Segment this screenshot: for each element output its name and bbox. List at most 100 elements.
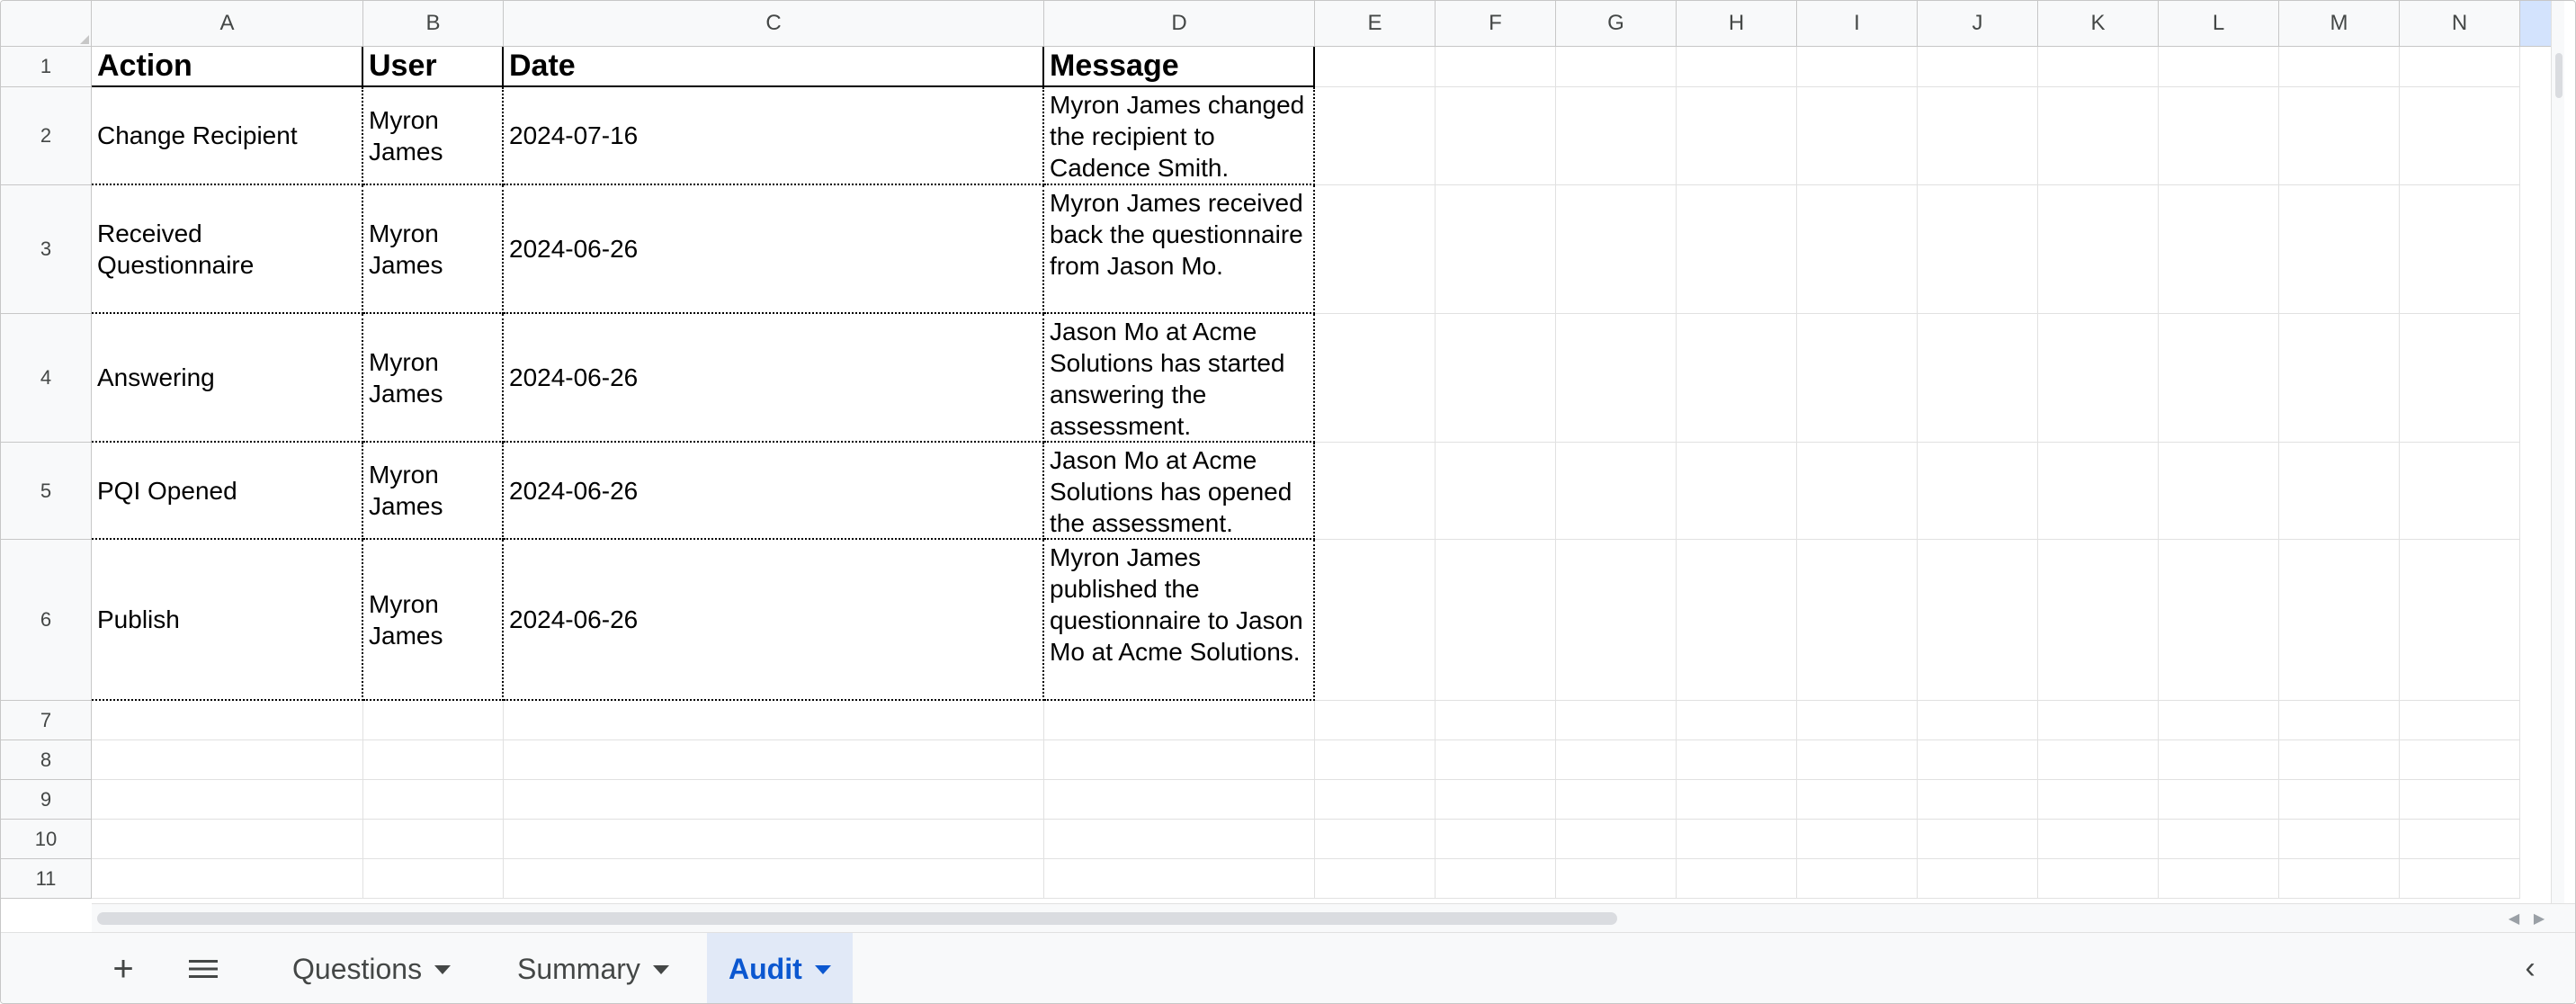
empty-cell[interactable]	[2400, 47, 2520, 87]
horizontal-scroll-thumb[interactable]	[97, 912, 1617, 925]
empty-cell[interactable]	[2279, 443, 2400, 540]
cell-c6[interactable]: 2024-06-26	[504, 540, 1044, 701]
cell-d3[interactable]: Myron James received back the questionna…	[1044, 185, 1315, 314]
empty-cell[interactable]	[2400, 443, 2520, 540]
cell-d1[interactable]: Message	[1044, 47, 1315, 87]
empty-cell[interactable]	[363, 740, 504, 780]
empty-cell[interactable]	[2400, 820, 2520, 859]
empty-cell[interactable]	[2038, 820, 2159, 859]
empty-cell[interactable]	[1556, 443, 1677, 540]
empty-cell[interactable]	[1436, 47, 1556, 87]
row-header-4[interactable]: 4	[1, 314, 92, 443]
empty-cell[interactable]	[1677, 820, 1797, 859]
empty-cell[interactable]	[2279, 185, 2400, 314]
cell-d4[interactable]: Jason Mo at Acme Solutions has started a…	[1044, 314, 1315, 443]
empty-cell[interactable]	[1315, 780, 1436, 820]
empty-cell[interactable]	[1797, 780, 1918, 820]
empty-cell[interactable]	[2038, 314, 2159, 443]
empty-cell[interactable]	[2400, 540, 2520, 701]
row-header-9[interactable]: 9	[1, 780, 92, 820]
empty-cell[interactable]	[1315, 47, 1436, 87]
empty-cell[interactable]	[1556, 540, 1677, 701]
vertical-scrollbar[interactable]	[2551, 1, 2564, 903]
column-header-f[interactable]: F	[1436, 1, 1556, 47]
tab-summary[interactable]: Summary	[496, 933, 691, 1003]
empty-cell[interactable]	[504, 859, 1044, 899]
empty-cell[interactable]	[2159, 740, 2279, 780]
cell-c1[interactable]: Date	[504, 47, 1044, 87]
cell-c3[interactable]: 2024-06-26	[504, 185, 1044, 314]
empty-cell[interactable]	[1315, 540, 1436, 701]
empty-cell[interactable]	[92, 780, 363, 820]
empty-cell[interactable]	[2038, 740, 2159, 780]
cell-b6[interactable]: Myron James	[363, 540, 504, 701]
empty-cell[interactable]	[1677, 87, 1797, 185]
empty-cell[interactable]	[1797, 87, 1918, 185]
cell-d5[interactable]: Jason Mo at Acme Solutions has opened th…	[1044, 443, 1315, 540]
empty-cell[interactable]	[1315, 859, 1436, 899]
empty-cell[interactable]	[2038, 701, 2159, 740]
empty-cell[interactable]	[1556, 87, 1677, 185]
empty-cell[interactable]	[2159, 47, 2279, 87]
empty-cell[interactable]	[1436, 185, 1556, 314]
row-header-8[interactable]: 8	[1, 740, 92, 780]
cell-a5[interactable]: PQI Opened	[92, 443, 363, 540]
cell-a4[interactable]: Answering	[92, 314, 363, 443]
empty-cell[interactable]	[1436, 87, 1556, 185]
empty-cell[interactable]	[2400, 780, 2520, 820]
empty-cell[interactable]	[1918, 540, 2038, 701]
empty-cell[interactable]	[1315, 820, 1436, 859]
empty-cell[interactable]	[1044, 701, 1315, 740]
empty-cell[interactable]	[2279, 47, 2400, 87]
empty-cell[interactable]	[363, 701, 504, 740]
cell-a6[interactable]: Publish	[92, 540, 363, 701]
empty-cell[interactable]	[1677, 314, 1797, 443]
empty-cell[interactable]	[2279, 859, 2400, 899]
empty-cell[interactable]	[1556, 47, 1677, 87]
empty-cell[interactable]	[1556, 859, 1677, 899]
grid-area[interactable]: A B C D E F G H I J K L M N 1 2 3 4 5 6 …	[1, 1, 2564, 903]
empty-cell[interactable]	[1797, 859, 1918, 899]
horizontal-scrollbar[interactable]: ◀ ▶	[92, 903, 2575, 932]
empty-cell[interactable]	[2159, 780, 2279, 820]
empty-cell[interactable]	[2038, 87, 2159, 185]
plus-icon[interactable]: +	[105, 949, 141, 989]
empty-cell[interactable]	[1918, 780, 2038, 820]
empty-cell[interactable]	[1315, 185, 1436, 314]
empty-cell[interactable]	[2038, 540, 2159, 701]
empty-cell[interactable]	[2279, 780, 2400, 820]
empty-cell[interactable]	[2038, 185, 2159, 314]
empty-cell[interactable]	[1044, 859, 1315, 899]
chevron-down-icon[interactable]	[434, 964, 452, 974]
empty-cell[interactable]	[1315, 443, 1436, 540]
empty-cell[interactable]	[1797, 47, 1918, 87]
column-header-m[interactable]: M	[2279, 1, 2400, 47]
empty-cell[interactable]	[1436, 443, 1556, 540]
cell-b4[interactable]: Myron James	[363, 314, 504, 443]
empty-cell[interactable]	[504, 701, 1044, 740]
empty-cell[interactable]	[1436, 859, 1556, 899]
empty-cell[interactable]	[1436, 780, 1556, 820]
empty-cell[interactable]	[1677, 859, 1797, 899]
empty-cell[interactable]	[1677, 540, 1797, 701]
empty-cell[interactable]	[1044, 780, 1315, 820]
empty-cell[interactable]	[2038, 859, 2159, 899]
empty-cell[interactable]	[1677, 443, 1797, 540]
empty-cell[interactable]	[1797, 314, 1918, 443]
cell-b2[interactable]: Myron James	[363, 87, 504, 185]
empty-cell[interactable]	[2159, 820, 2279, 859]
column-header-e[interactable]: E	[1315, 1, 1436, 47]
empty-cell[interactable]	[2038, 443, 2159, 540]
empty-cell[interactable]	[1918, 820, 2038, 859]
empty-cell[interactable]	[92, 740, 363, 780]
cell-c5[interactable]: 2024-06-26	[504, 443, 1044, 540]
empty-cell[interactable]	[2159, 540, 2279, 701]
empty-cell[interactable]	[1315, 87, 1436, 185]
cell-c4[interactable]: 2024-06-26	[504, 314, 1044, 443]
empty-cell[interactable]	[2159, 185, 2279, 314]
empty-cell[interactable]	[1797, 701, 1918, 740]
column-header-c[interactable]: C	[504, 1, 1044, 47]
column-header-l[interactable]: L	[2159, 1, 2279, 47]
cell-a1[interactable]: Action	[92, 47, 363, 87]
empty-cell[interactable]	[1556, 780, 1677, 820]
